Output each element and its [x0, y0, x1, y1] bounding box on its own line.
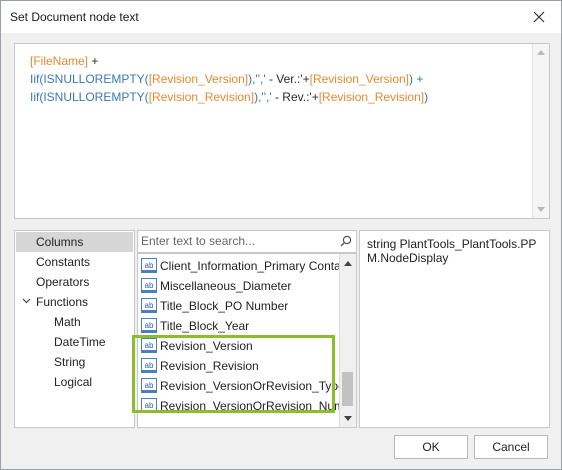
list-item[interactable]: ab Revision_VersionOrRevision_Num...	[138, 396, 354, 416]
expression-line-3: Iif(ISNULLOREMPTY([Revision_Revision]),'…	[30, 90, 428, 104]
category-label: String	[54, 355, 86, 369]
icon-text: ab	[144, 341, 154, 350]
string-field-icon: ab	[141, 358, 157, 373]
dialog-title: Set Document node text	[10, 10, 139, 24]
set-document-node-text-dialog: Set Document node text [FileName] + Iif(…	[0, 0, 562, 470]
string-field-icon: ab	[141, 258, 157, 273]
category-columns[interactable]: Columns	[16, 232, 133, 252]
list-scrollbar[interactable]	[339, 254, 356, 427]
field-token: [Revision_Revision]	[148, 90, 255, 104]
category-datetime[interactable]: DateTime	[16, 332, 133, 352]
category-label: DateTime	[54, 335, 106, 349]
category-label: Logical	[54, 375, 93, 389]
function-token: ) +	[409, 72, 424, 86]
close-icon	[533, 11, 545, 23]
field-label: Miscellaneous_Diameter	[160, 279, 292, 293]
description-panel: string PlantTools_PlantTools.PPM.NodeDis…	[359, 230, 550, 428]
category-functions[interactable]: Functions	[16, 292, 133, 312]
column-list: ab Client_Information_Primary Contact ab…	[137, 253, 357, 428]
operator-token: +	[88, 54, 99, 68]
ok-button[interactable]: OK	[394, 435, 468, 459]
scroll-down-icon[interactable]	[344, 416, 352, 421]
category-label: Operators	[36, 275, 90, 289]
field-label: Revision_Version	[160, 339, 253, 353]
field-label: Revision_VersionOrRevision_Type	[160, 379, 345, 393]
expression-text[interactable]: [FileName] + Iif(ISNULLOREMPTY([Revision…	[30, 52, 428, 106]
search-input[interactable]	[141, 233, 331, 249]
function-token: Iif(ISNULLOREMPTY(	[30, 72, 149, 86]
expression-editor[interactable]: [FileName] + Iif(ISNULLOREMPTY([Revision…	[14, 43, 550, 219]
string-field-icon: ab	[141, 378, 157, 393]
string-field-icon: ab	[141, 298, 157, 313]
icon-text: ab	[144, 401, 154, 410]
scrollbar-thumb[interactable]	[342, 372, 353, 406]
string-field-icon: ab	[141, 278, 157, 293]
icon-text: ab	[144, 281, 154, 290]
field-label: Revision_Revision	[160, 359, 259, 373]
close-button[interactable]	[525, 5, 553, 29]
expression-line-1: [FileName] +	[30, 54, 98, 68]
list-item[interactable]: ab Miscellaneous_Diameter	[138, 276, 338, 296]
field-label: Client_Information_Primary Contact	[160, 259, 351, 273]
function-token: Iif(ISNULLOREMPTY(	[30, 90, 149, 104]
list-item[interactable]: ab Title_Block_Year	[138, 316, 338, 336]
list-item[interactable]: ab Revision_VersionOrRevision_Type	[138, 376, 345, 396]
string-token: - Ver.:'+	[265, 72, 310, 86]
list-item[interactable]: ab Client_Information_Primary Contact	[138, 256, 350, 276]
scroll-up-icon[interactable]	[537, 50, 545, 55]
icon-text: ab	[144, 381, 154, 390]
string-field-icon: ab	[141, 338, 157, 353]
scroll-down-icon[interactable]	[537, 207, 545, 212]
chevron-down-icon[interactable]	[22, 298, 31, 304]
string-field-icon: ab	[141, 398, 157, 413]
search-icon[interactable]	[340, 235, 352, 247]
title-bar: Set Document node text	[1, 1, 561, 33]
list-item[interactable]: ab Revision_Revision	[138, 356, 338, 376]
cancel-button[interactable]: Cancel	[474, 435, 548, 459]
field-label: Title_Block_Year	[160, 319, 250, 333]
icon-text: ab	[144, 321, 154, 330]
string-token: - Rev.:'+	[271, 90, 319, 104]
category-string[interactable]: String	[16, 352, 133, 372]
category-math[interactable]: Math	[16, 312, 133, 332]
function-token: )	[424, 90, 429, 104]
search-box	[137, 230, 357, 253]
category-constants[interactable]: Constants	[16, 252, 133, 272]
scroll-up-icon[interactable]	[344, 261, 352, 266]
icon-text: ab	[144, 261, 154, 270]
field-label: Revision_VersionOrRevision_Num...	[160, 399, 355, 413]
category-operators[interactable]: Operators	[16, 272, 133, 292]
icon-text: ab	[144, 361, 154, 370]
field-label: Title_Block_PO Number	[160, 299, 289, 313]
category-tree: Columns Constants Operators Functions Ma…	[14, 230, 135, 428]
field-token: [Revision_Revision]	[318, 90, 425, 104]
category-label: Columns	[36, 235, 84, 249]
description-text: string PlantTools_PlantTools.PPM.NodeDis…	[367, 237, 537, 265]
icon-text: ab	[144, 301, 154, 310]
expression-line-2: Iif(ISNULLOREMPTY([Revision_Version]),''…	[30, 72, 423, 86]
editor-scrollbar[interactable]	[532, 44, 549, 218]
category-label: Functions	[36, 295, 89, 309]
field-token: [FileName]	[30, 54, 89, 68]
field-token: [Revision_Version]	[148, 72, 249, 86]
list-item[interactable]: ab Revision_Version	[138, 336, 338, 356]
category-label: Math	[54, 315, 81, 329]
function-token: ),'','	[248, 72, 266, 86]
field-token: [Revision_Version]	[309, 72, 409, 86]
function-token: ),'','	[254, 90, 272, 104]
string-field-icon: ab	[141, 318, 157, 333]
list-item[interactable]: ab Title_Block_PO Number	[138, 296, 338, 316]
category-label: Constants	[36, 255, 91, 269]
category-logical[interactable]: Logical	[16, 372, 133, 392]
